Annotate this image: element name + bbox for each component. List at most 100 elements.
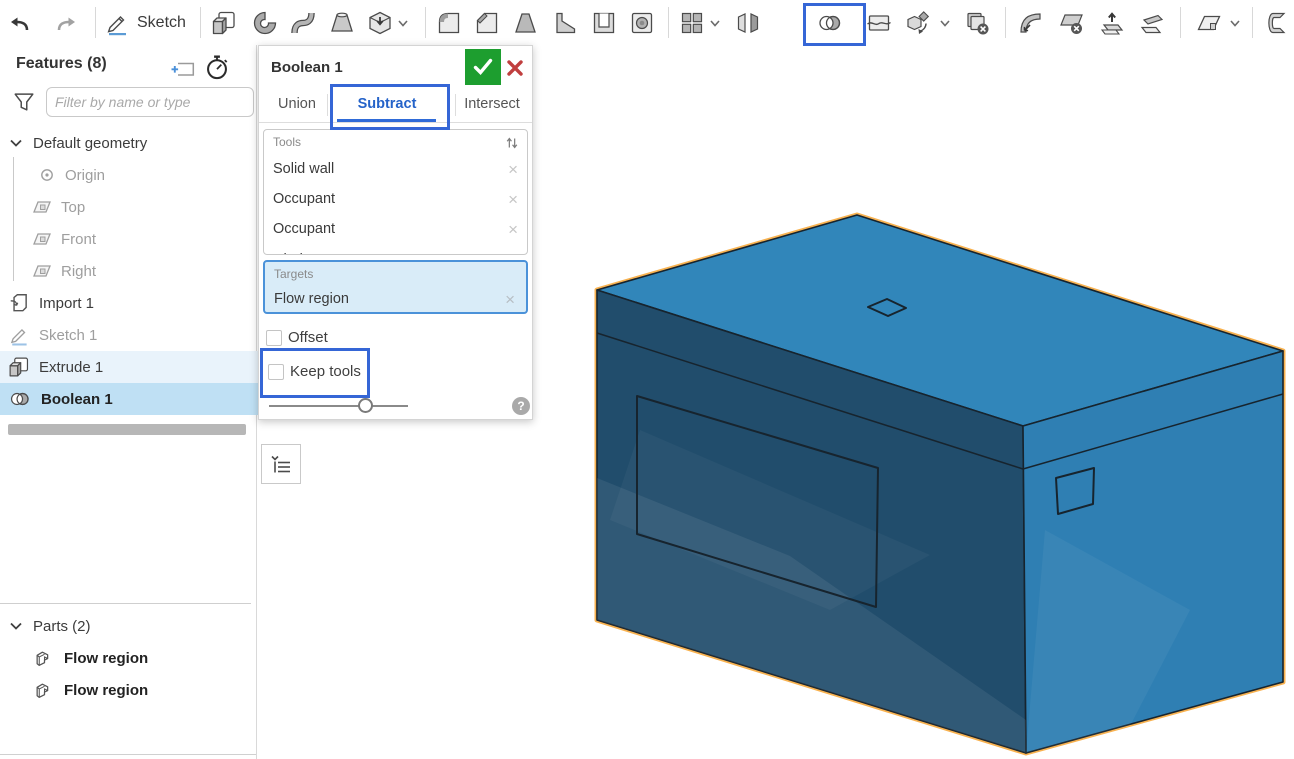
tool-item-label: Chair bbox=[273, 252, 308, 255]
loft-button[interactable] bbox=[324, 4, 360, 41]
undo-button[interactable] bbox=[2, 4, 38, 41]
shell-button[interactable] bbox=[586, 4, 622, 41]
enclose-button[interactable] bbox=[1258, 4, 1294, 41]
parts-section-divider bbox=[0, 603, 251, 604]
tree-item-import1[interactable]: Import 1 bbox=[0, 287, 259, 319]
tree-item-label: Boolean 1 bbox=[41, 391, 113, 408]
replace-face-button[interactable] bbox=[1134, 4, 1170, 41]
rollback-history-button[interactable] bbox=[203, 53, 231, 81]
cancel-button[interactable] bbox=[502, 55, 528, 81]
transform-dropdown-chevron[interactable] bbox=[938, 16, 952, 30]
checkmark-icon bbox=[471, 55, 495, 79]
filter-button[interactable] bbox=[12, 90, 36, 114]
tools-selection-list[interactable]: Tools Solid wall × Occupant × Occupant ×… bbox=[263, 129, 528, 255]
tree-item-right-plane[interactable]: Right bbox=[0, 255, 283, 287]
close-x-icon bbox=[506, 59, 524, 77]
sort-icon[interactable] bbox=[504, 135, 520, 151]
move-face-button[interactable] bbox=[1094, 4, 1130, 41]
plane-icon bbox=[1196, 10, 1222, 36]
tab-row-divider bbox=[259, 122, 532, 123]
tree-item-top-plane[interactable]: Top bbox=[0, 191, 283, 223]
origin-icon bbox=[38, 166, 56, 184]
mirror-button[interactable] bbox=[730, 4, 766, 41]
resolution-slider-thumb[interactable] bbox=[358, 398, 373, 413]
remove-item-icon[interactable]: × bbox=[508, 161, 518, 178]
filter-input[interactable] bbox=[46, 87, 254, 117]
sketch-icon bbox=[8, 324, 30, 346]
chevron-down-icon bbox=[939, 17, 951, 29]
draft-button[interactable] bbox=[508, 4, 544, 41]
plane-dropdown-chevron[interactable] bbox=[1228, 16, 1242, 30]
sweep-button[interactable] bbox=[285, 4, 321, 41]
remove-item-icon[interactable]: × bbox=[508, 191, 518, 208]
plane-icon bbox=[32, 261, 52, 281]
main-toolbar: Sketch bbox=[0, 0, 1294, 45]
tree-item-sketch1[interactable]: Sketch 1 bbox=[0, 319, 259, 351]
redo-button[interactable] bbox=[48, 4, 84, 41]
revolve-button[interactable] bbox=[246, 4, 282, 41]
thicken-button[interactable] bbox=[362, 4, 398, 41]
delete-part-button[interactable] bbox=[959, 4, 995, 41]
tree-item-origin[interactable]: Origin bbox=[0, 159, 289, 191]
sketch-icon bbox=[104, 10, 130, 36]
sketch-button-label: Sketch bbox=[137, 14, 186, 32]
part-item-flow-region-2[interactable]: Flow region bbox=[0, 674, 285, 706]
move-face-icon bbox=[1099, 10, 1125, 36]
tree-item-extrude1[interactable]: Extrude 1 bbox=[0, 351, 259, 383]
pattern-dropdown-chevron[interactable] bbox=[708, 16, 722, 30]
tree-item-label: Import 1 bbox=[39, 295, 94, 312]
import-icon bbox=[8, 292, 30, 314]
extrude-icon bbox=[8, 356, 30, 378]
help-button[interactable]: ? bbox=[512, 397, 530, 415]
part-item-flow-region-1[interactable]: Flow region bbox=[0, 642, 285, 674]
toolbar-separator bbox=[425, 7, 426, 38]
feature-list-toggle-button[interactable] bbox=[261, 444, 301, 484]
modify-fillet-button[interactable] bbox=[1012, 4, 1048, 41]
tab-subtract[interactable]: Subtract bbox=[331, 89, 443, 119]
tab-union[interactable]: Union bbox=[269, 89, 325, 119]
fillet-icon bbox=[436, 10, 462, 36]
confirm-button[interactable] bbox=[465, 49, 501, 85]
rollback-bar[interactable] bbox=[8, 424, 246, 435]
boolean-button[interactable] bbox=[812, 4, 848, 41]
extrude-button[interactable] bbox=[206, 4, 242, 41]
tree-item-boolean1[interactable]: Boolean 1 bbox=[0, 383, 259, 415]
tree-item-default-geometry[interactable]: Default geometry bbox=[0, 127, 259, 159]
thicken-dropdown-chevron[interactable] bbox=[396, 16, 410, 30]
remove-item-icon[interactable]: × bbox=[505, 291, 515, 308]
part-item-label: Flow region bbox=[64, 650, 148, 667]
transform-button[interactable] bbox=[900, 4, 936, 41]
sketch-button[interactable]: Sketch bbox=[104, 4, 186, 41]
tools-label: Tools bbox=[273, 135, 301, 149]
target-item-flow-region[interactable]: Flow region × bbox=[265, 284, 524, 314]
offset-checkbox[interactable] bbox=[266, 330, 282, 346]
add-folder-button[interactable] bbox=[170, 56, 196, 82]
toolbar-separator bbox=[95, 7, 96, 38]
tool-item-occupant-1[interactable]: Occupant × bbox=[264, 184, 527, 214]
hole-button[interactable] bbox=[624, 4, 660, 41]
plane-button[interactable] bbox=[1191, 4, 1227, 41]
parts-section-header[interactable]: Parts (2) bbox=[0, 610, 259, 642]
targets-selection-list[interactable]: Targets Flow region × bbox=[263, 260, 528, 314]
filter-funnel-icon bbox=[12, 90, 36, 114]
keep-tools-checkbox[interactable] bbox=[268, 364, 284, 380]
rib-button[interactable] bbox=[547, 4, 583, 41]
toolbar-separator bbox=[1005, 7, 1006, 38]
tree-item-front-plane[interactable]: Front bbox=[0, 223, 283, 255]
replace-face-icon bbox=[1139, 10, 1165, 36]
tool-item-solid-wall[interactable]: Solid wall × bbox=[264, 154, 527, 184]
fillet-button[interactable] bbox=[431, 4, 467, 41]
resolution-slider-track[interactable] bbox=[269, 405, 408, 407]
chevron-down-icon bbox=[8, 135, 24, 151]
offset-label: Offset bbox=[288, 329, 328, 346]
plane-icon bbox=[32, 197, 52, 217]
linear-pattern-button[interactable] bbox=[674, 4, 710, 41]
tree-item-label: Right bbox=[61, 263, 96, 280]
tool-item-chair-clipped[interactable]: Chair bbox=[264, 245, 527, 255]
chamfer-button[interactable] bbox=[469, 4, 505, 41]
tool-item-occupant-2[interactable]: Occupant × bbox=[264, 214, 527, 244]
delete-face-button[interactable] bbox=[1054, 4, 1090, 41]
remove-item-icon[interactable]: × bbox=[508, 221, 518, 238]
split-button[interactable] bbox=[861, 4, 897, 41]
tab-intersect[interactable]: Intersect bbox=[457, 89, 527, 119]
